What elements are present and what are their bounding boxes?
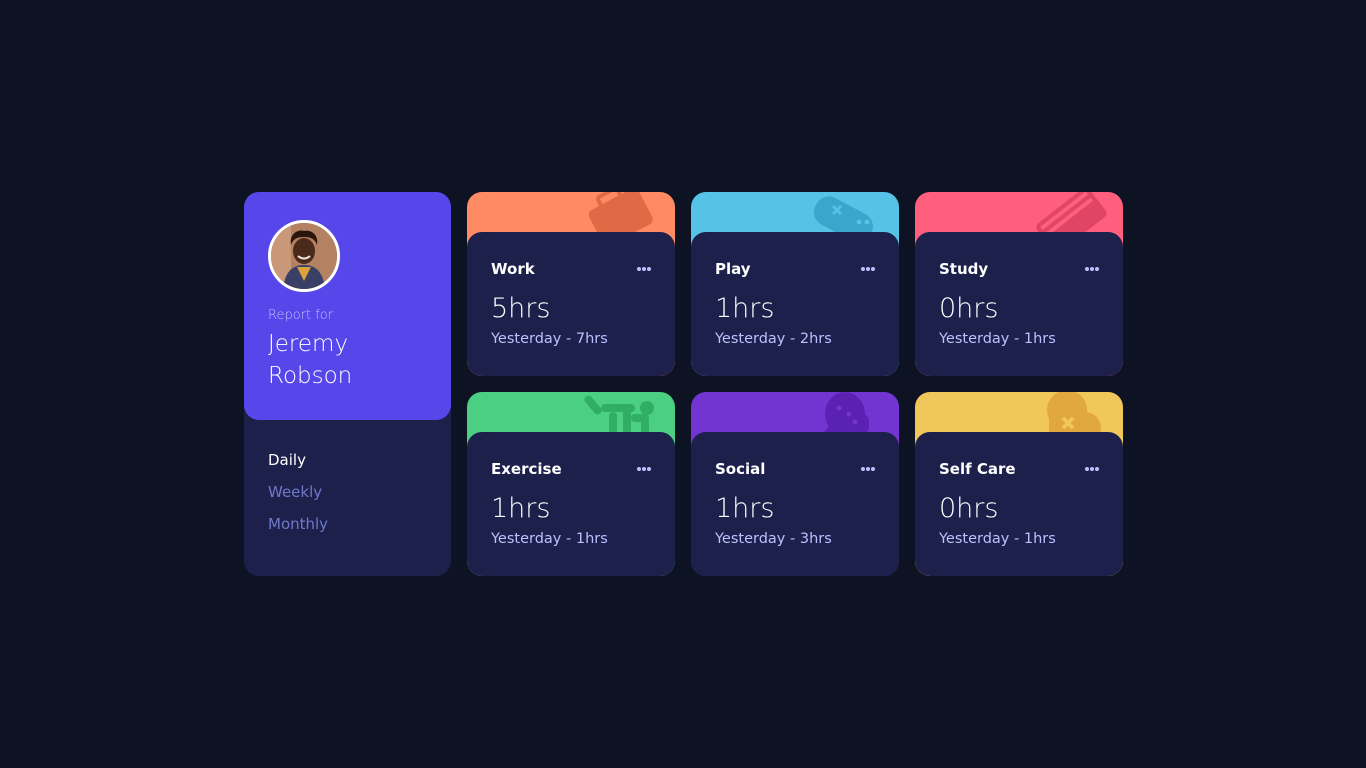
ellipsis-icon[interactable]: [637, 266, 651, 272]
card-current-hours: 1hrs: [715, 493, 775, 524]
card-previous-hours: Yesterday - 7hrs: [491, 331, 608, 347]
ellipsis-icon[interactable]: [1085, 266, 1099, 272]
user-name: Jeremy Robson: [268, 331, 353, 389]
period-monthly[interactable]: Monthly: [268, 508, 328, 540]
card-current-hours: 1hrs: [491, 493, 551, 524]
activity-card-self-care: Self Care 0hrs Yesterday - 1hrs: [915, 392, 1123, 576]
card-title: Social: [715, 460, 766, 478]
card-body: Exercise 1hrs Yesterday - 1hrs: [467, 432, 675, 576]
ellipsis-icon[interactable]: [861, 466, 875, 472]
activity-card-study: Study 0hrs Yesterday - 1hrs: [915, 192, 1123, 376]
ellipsis-icon[interactable]: [861, 266, 875, 272]
profile-header: Report for Jeremy Robson: [244, 192, 451, 420]
ellipsis-icon[interactable]: [1085, 466, 1099, 472]
period-selector: Daily Weekly Monthly: [268, 444, 328, 540]
avatar: [268, 220, 340, 292]
card-previous-hours: Yesterday - 2hrs: [715, 331, 832, 347]
activity-card-work: Work 5hrs Yesterday - 7hrs: [467, 192, 675, 376]
card-current-hours: 0hrs: [939, 493, 999, 524]
card-current-hours: 1hrs: [715, 293, 775, 324]
card-title: Work: [491, 260, 535, 278]
card-body: Social 1hrs Yesterday - 3hrs: [691, 432, 899, 576]
card-current-hours: 5hrs: [491, 293, 551, 324]
activity-card-social: Social 1hrs Yesterday - 3hrs: [691, 392, 899, 576]
time-tracking-dashboard: Report for Jeremy Robson Daily Weekly Mo…: [244, 192, 1123, 576]
activity-card-play: Play 1hrs Yesterday - 2hrs: [691, 192, 899, 376]
card-body: Work 5hrs Yesterday - 7hrs: [467, 232, 675, 376]
card-previous-hours: Yesterday - 1hrs: [939, 331, 1056, 347]
card-body: Self Care 0hrs Yesterday - 1hrs: [915, 432, 1123, 576]
card-title: Play: [715, 260, 751, 278]
report-for-label: Report for: [268, 308, 334, 323]
card-title: Study: [939, 260, 989, 278]
card-title: Exercise: [491, 460, 562, 478]
period-weekly[interactable]: Weekly: [268, 476, 328, 508]
card-previous-hours: Yesterday - 1hrs: [939, 531, 1056, 547]
period-daily[interactable]: Daily: [268, 444, 328, 476]
card-body: Study 0hrs Yesterday - 1hrs: [915, 232, 1123, 376]
card-previous-hours: Yesterday - 1hrs: [491, 531, 608, 547]
profile-card: Report for Jeremy Robson Daily Weekly Mo…: [244, 192, 451, 576]
activity-card-exercise: Exercise 1hrs Yesterday - 1hrs: [467, 392, 675, 576]
card-title: Self Care: [939, 460, 1016, 478]
card-current-hours: 0hrs: [939, 293, 999, 324]
card-body: Play 1hrs Yesterday - 2hrs: [691, 232, 899, 376]
ellipsis-icon[interactable]: [637, 466, 651, 472]
card-previous-hours: Yesterday - 3hrs: [715, 531, 832, 547]
